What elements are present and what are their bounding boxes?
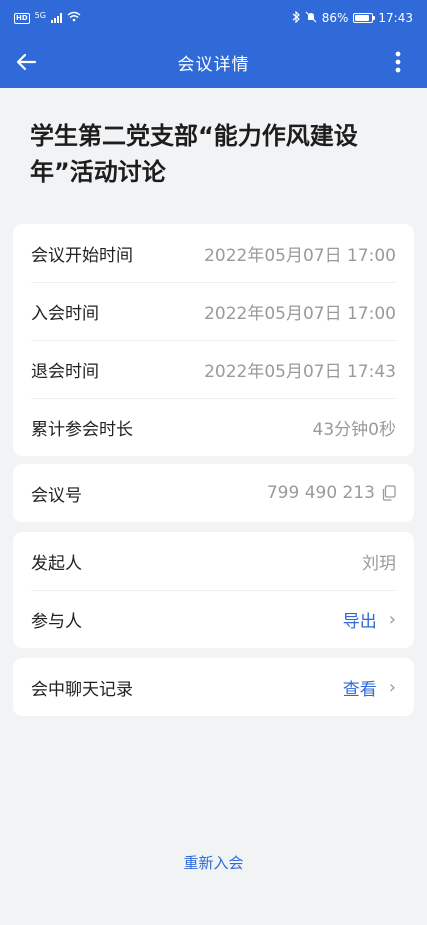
wifi-icon [67, 11, 81, 25]
back-button[interactable] [6, 42, 46, 82]
status-bar-right: 86% 17:43 [292, 10, 413, 26]
host-value: 刘玥 [362, 553, 396, 574]
host-row: 发起人 刘玥 [13, 532, 414, 590]
network-type: 5G [34, 11, 46, 20]
meeting-id-label: 会议号 [31, 485, 82, 506]
chat-record-card: 会中聊天记录 查看 › [13, 658, 414, 716]
signal-icon [50, 13, 62, 23]
hd-badge: HD [14, 12, 30, 24]
participants-label: 参与人 [31, 611, 82, 632]
page-title: 会议详情 [177, 54, 250, 75]
people-card: 发起人 刘玥 参与人 导出 › [13, 532, 414, 648]
start-time-row: 会议开始时间 2022年05月07日 17:00 [13, 224, 414, 282]
participants-row[interactable]: 参与人 导出 › [13, 590, 414, 648]
meeting-id-row: 会议号 799 490 213 [13, 464, 414, 522]
app-bar: 会议详情 [0, 36, 427, 88]
mute-bell-icon [305, 11, 317, 26]
arrow-left-icon [16, 53, 37, 71]
duration-row: 累计参会时长 43分钟0秒 [13, 398, 414, 456]
join-time-label: 入会时间 [31, 303, 99, 324]
leave-time-row: 退会时间 2022年05月07日 17:43 [13, 340, 414, 398]
export-label: 导出 [342, 611, 377, 632]
meeting-id-value: 799 490 213 [266, 483, 375, 503]
more-vertical-icon [395, 51, 401, 73]
join-time-row: 入会时间 2022年05月07日 17:00 [13, 282, 414, 340]
view-chat-button[interactable]: 查看 › [343, 675, 396, 700]
meeting-title: 学生第二党支部“能力作风建设年”活动讨论 [30, 122, 358, 186]
start-time-label: 会议开始时间 [31, 245, 133, 266]
join-time-value: 2022年05月07日 17:00 [204, 303, 396, 324]
status-bar: HD 5G 86% 17:43 [0, 0, 427, 36]
view-label: 查看 [342, 679, 377, 700]
start-time-value: 2022年05月07日 17:00 [204, 245, 396, 266]
battery-percent: 86% [321, 11, 349, 25]
chat-record-label: 会中聊天记录 [31, 679, 133, 700]
meeting-time-card: 会议开始时间 2022年05月07日 17:00 入会时间 2022年05月07… [13, 224, 414, 456]
duration-value: 43分钟0秒 [312, 419, 396, 440]
chat-record-row[interactable]: 会中聊天记录 查看 › [13, 658, 414, 716]
leave-time-value: 2022年05月07日 17:43 [204, 361, 396, 382]
export-participants-button[interactable]: 导出 › [343, 607, 396, 632]
battery-icon [353, 13, 376, 23]
copy-icon [382, 485, 396, 501]
meeting-id-card: 会议号 799 490 213 [13, 464, 414, 522]
more-options-button[interactable] [383, 42, 413, 82]
duration-label: 累计参会时长 [31, 419, 133, 440]
host-label: 发起人 [31, 553, 82, 574]
copy-button[interactable] [381, 485, 396, 501]
meeting-id-value-group: 799 490 213 [267, 483, 396, 503]
clock: 17:43 [378, 11, 413, 25]
bluetooth-icon [292, 10, 300, 26]
chevron-right-icon: › [388, 608, 396, 630]
status-bar-left: HD 5G [14, 11, 81, 25]
rejoin-button[interactable]: 重新入会 [0, 852, 427, 873]
chevron-right-icon: › [388, 676, 396, 698]
leave-time-label: 退会时间 [31, 361, 99, 382]
